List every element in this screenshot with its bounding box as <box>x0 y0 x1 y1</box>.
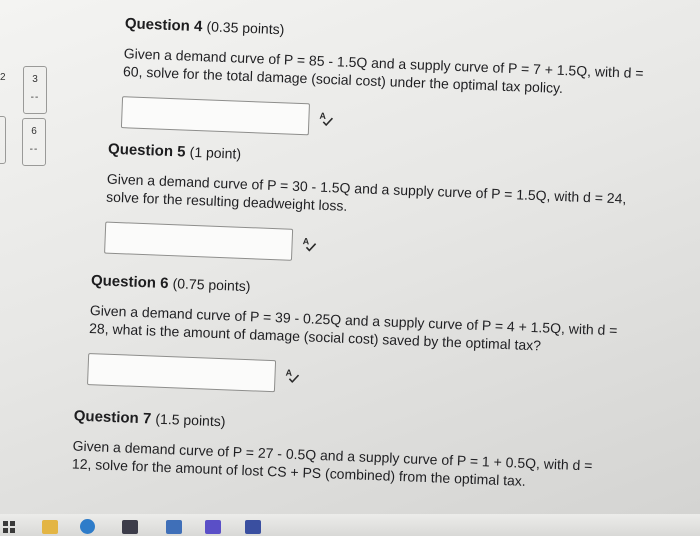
question-points: (1.5 points) <box>155 410 226 430</box>
teams-icon[interactable] <box>245 520 261 534</box>
edge-browser-icon[interactable] <box>80 519 95 534</box>
mail-icon[interactable] <box>166 520 182 534</box>
answer-input[interactable] <box>87 353 277 393</box>
question-title: Question 6 <box>90 272 169 293</box>
question-title: Question 4 <box>124 15 203 36</box>
question-points: (0.35 points) <box>206 18 285 38</box>
question-points: (1 point) <box>189 143 242 162</box>
spellcheck-icon[interactable]: A <box>300 235 317 252</box>
spellcheck-icon[interactable]: A <box>283 367 300 384</box>
start-icon[interactable] <box>2 520 16 534</box>
chat-icon[interactable] <box>205 520 221 534</box>
taskbar <box>0 514 700 536</box>
answer-input[interactable] <box>104 221 294 261</box>
answer-row: A <box>120 96 662 151</box>
questions-list: Question 4 (0.35 points) Given a demand … <box>0 0 700 536</box>
question-4: Question 4 (0.35 points) Given a demand … <box>120 15 665 151</box>
answer-row: A <box>87 353 628 408</box>
answer-input[interactable] <box>120 96 310 136</box>
answer-row: A <box>104 221 645 277</box>
store-icon[interactable] <box>122 520 138 534</box>
svg-text:A: A <box>319 111 326 121</box>
question-5: Question 5 (1 point) Given a demand curv… <box>104 141 648 277</box>
spellcheck-icon[interactable]: A <box>317 110 334 127</box>
question-points: (0.75 points) <box>172 275 251 295</box>
quiz-page: 2 3 -- 6 -- Question 4 (0.35 points) Giv… <box>0 0 700 536</box>
question-title: Question 5 <box>107 140 186 161</box>
question-text: Given a demand curve of P = 30 - 1.5Q an… <box>106 170 647 227</box>
file-explorer-icon[interactable] <box>42 520 58 534</box>
svg-text:A: A <box>285 368 292 378</box>
question-text: Given a demand curve of P = 85 - 1.5Q an… <box>123 44 664 101</box>
question-text: Given a demand curve of P = 39 - 0.25Q a… <box>89 301 630 358</box>
question-text: Given a demand curve of P = 27 - 0.5Q an… <box>72 436 613 493</box>
question-title: Question 7 <box>73 407 152 428</box>
question-7: Question 7 (1.5 points) Given a demand c… <box>72 408 614 494</box>
question-6: Question 6 (0.75 points) Given a demand … <box>87 272 631 408</box>
svg-text:A: A <box>302 236 309 246</box>
